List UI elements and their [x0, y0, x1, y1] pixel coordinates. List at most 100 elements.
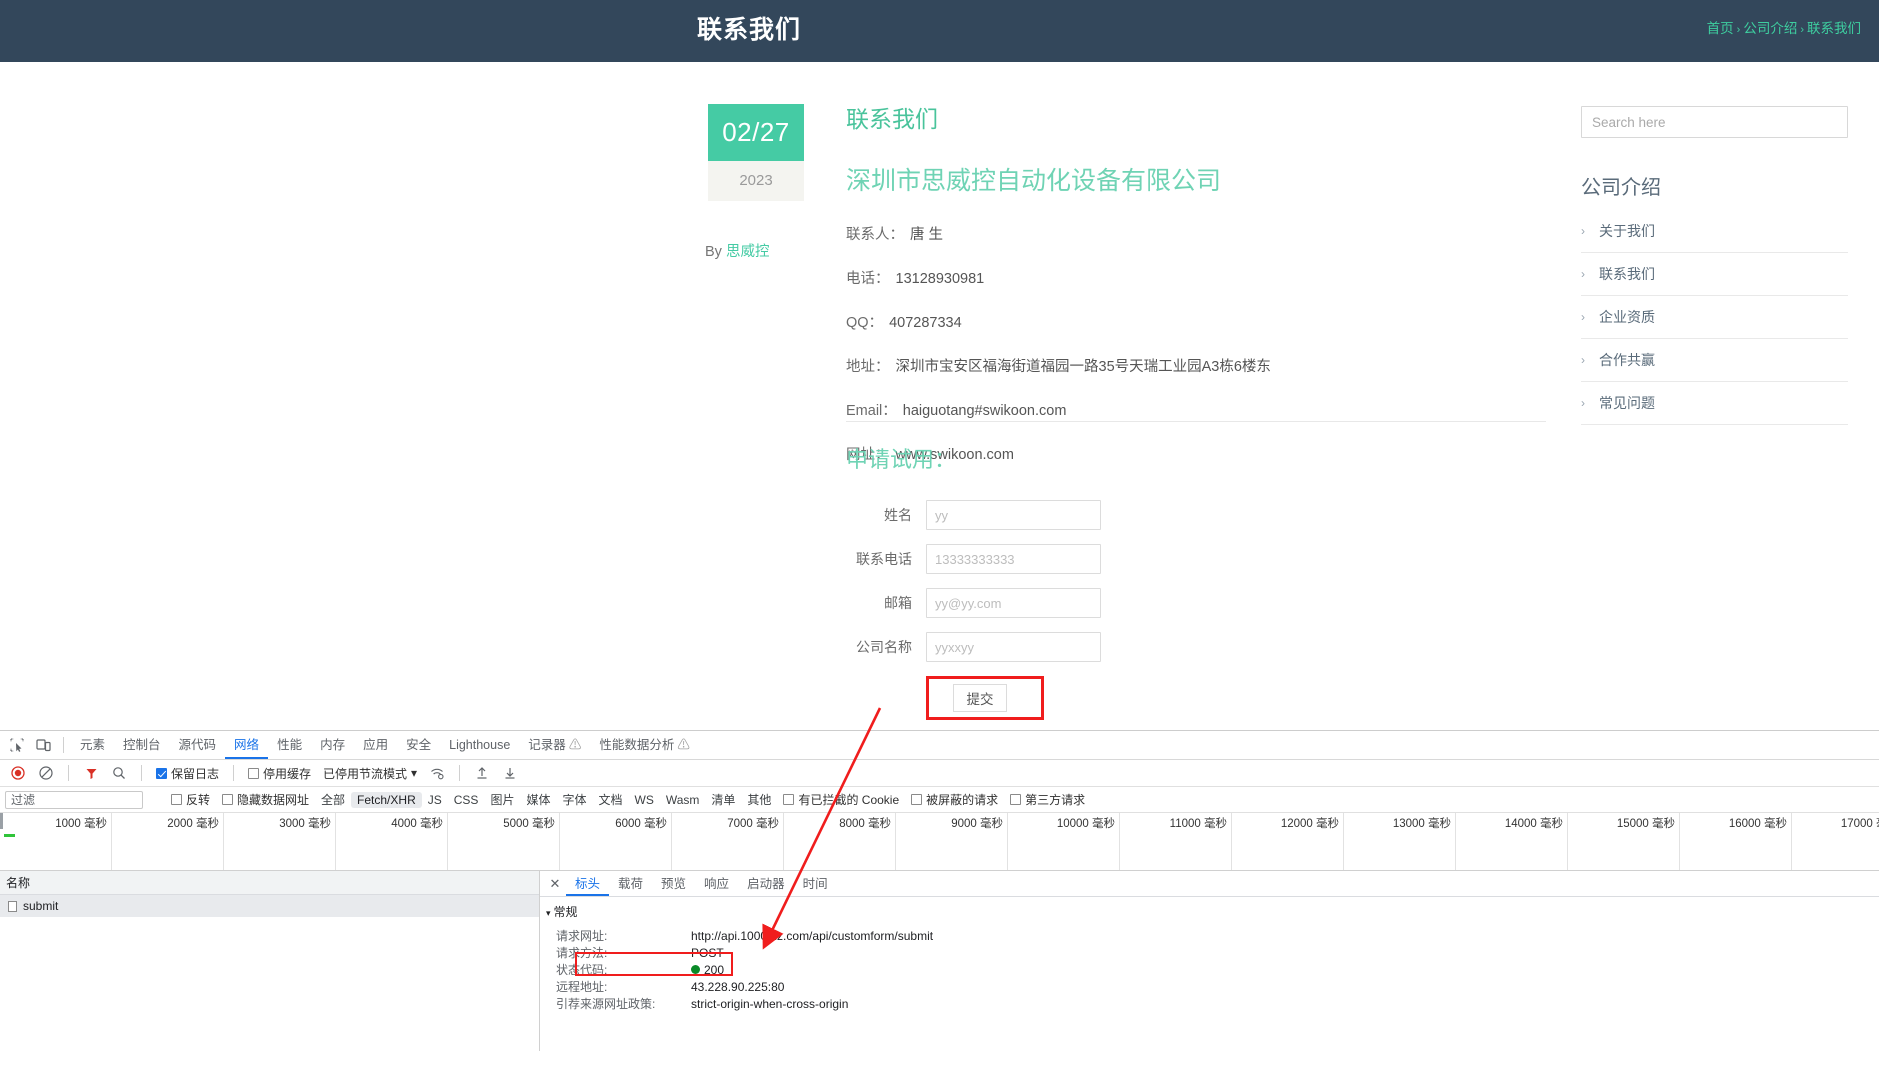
- submit-button[interactable]: 提交: [953, 684, 1007, 712]
- general-section-header[interactable]: ▾常规: [540, 903, 1879, 920]
- third-party-toggle[interactable]: 第三方请求: [1004, 791, 1091, 808]
- sidebar-item-faq[interactable]: › 常见问题: [1581, 382, 1848, 425]
- tab-recorder[interactable]: 记录器⚠: [519, 731, 590, 759]
- blocked-requests-toggle[interactable]: 被屏蔽的请求: [905, 791, 1004, 808]
- export-har-icon[interactable]: [497, 760, 523, 786]
- remote-address-key: 远程地址:: [556, 979, 691, 996]
- sidebar-item-label[interactable]: 企业资质: [1599, 307, 1655, 327]
- disable-cache-checkbox[interactable]: [248, 768, 259, 779]
- blocked-cookies-label: 有已拦截的 Cookie: [798, 791, 899, 808]
- sidebar-item-qualification[interactable]: › 企业资质: [1581, 296, 1848, 339]
- referrer-policy-key: 引荐来源网址政策:: [556, 996, 691, 1013]
- tab-network[interactable]: 网络: [225, 731, 268, 759]
- sidebar-item-label[interactable]: 关于我们: [1599, 221, 1655, 241]
- tab-console[interactable]: 控制台: [114, 731, 170, 759]
- detail-tab-initiator[interactable]: 启动器: [738, 871, 794, 896]
- clear-button-icon[interactable]: [33, 760, 59, 786]
- timeline-request-bar: [4, 834, 15, 837]
- preserve-log-checkbox[interactable]: [156, 768, 167, 779]
- inspect-element-icon[interactable]: [4, 732, 30, 758]
- close-icon[interactable]: ✕: [544, 876, 566, 892]
- breadcrumb-item-home[interactable]: 首页: [1707, 21, 1734, 36]
- phone-input[interactable]: [926, 544, 1101, 574]
- tab-performance[interactable]: 性能: [268, 731, 311, 759]
- sidebar-item-contact[interactable]: › 联系我们: [1581, 253, 1848, 296]
- sidebar-item-label[interactable]: 联系我们: [1599, 264, 1655, 284]
- timeline-tick: 12000 毫秒: [1232, 813, 1344, 871]
- detail-tab-preview[interactable]: 预览: [652, 871, 695, 896]
- name-input[interactable]: [926, 500, 1101, 530]
- import-har-icon[interactable]: [469, 760, 495, 786]
- hide-data-urls-toggle[interactable]: 隐藏数据网址: [216, 791, 315, 808]
- qq-line: QQ：407287334: [846, 311, 1546, 332]
- chevron-right-icon: ›: [1581, 267, 1585, 281]
- filter-type-css[interactable]: CSS: [448, 792, 485, 808]
- sidebar-item-cooperation[interactable]: › 合作共赢: [1581, 339, 1848, 382]
- filter-type-js[interactable]: JS: [422, 792, 448, 808]
- timeline-tick: 14000 毫秒: [1456, 813, 1568, 871]
- detail-tab-payload[interactable]: 载荷: [609, 871, 652, 896]
- table-row[interactable]: submit: [0, 895, 539, 917]
- tab-memory[interactable]: 内存: [311, 731, 354, 759]
- filter-type-all[interactable]: 全部: [315, 790, 351, 809]
- hide-data-urls-checkbox[interactable]: [222, 794, 233, 805]
- filter-type-other[interactable]: 其他: [741, 790, 777, 809]
- timeline-tick-label: 8000 毫秒: [839, 815, 891, 831]
- timeline-tick-label: 11000 毫秒: [1170, 815, 1227, 831]
- preserve-log-label: 保留日志: [171, 765, 219, 782]
- address-value: 深圳市宝安区福海街道福园一路35号天瑞工业园A3栋6楼东: [896, 359, 1271, 375]
- filter-type-font[interactable]: 字体: [556, 790, 592, 809]
- filter-type-img[interactable]: 图片: [484, 790, 520, 809]
- record-button-icon[interactable]: [5, 760, 31, 786]
- tab-security[interactable]: 安全: [397, 731, 440, 759]
- filter-type-wasm[interactable]: Wasm: [660, 792, 706, 808]
- request-url-value[interactable]: http://api.1000mz.com/api/customform/sub…: [691, 928, 933, 945]
- filter-input[interactable]: [5, 791, 143, 809]
- byline-author[interactable]: 思威控: [726, 244, 770, 260]
- timeline-tick: 16000 毫秒: [1680, 813, 1792, 871]
- filter-type-manifest[interactable]: 清单: [705, 790, 741, 809]
- timeline-tick: 13000 毫秒: [1344, 813, 1456, 871]
- preserve-log-toggle[interactable]: 保留日志: [151, 765, 224, 782]
- filter-type-doc[interactable]: 文档: [592, 790, 628, 809]
- network-overview-timeline[interactable]: 1000 毫秒 2000 毫秒 3000 毫秒 4000 毫秒 5000 毫秒 …: [0, 813, 1879, 871]
- sidebar-item-about[interactable]: › 关于我们: [1581, 210, 1848, 253]
- timeline-tick-label: 10000 毫秒: [1057, 815, 1115, 831]
- detail-tab-headers[interactable]: 标头: [566, 871, 609, 896]
- breadcrumb-item-contact[interactable]: 联系我们: [1807, 21, 1861, 36]
- blocked-cookies-checkbox[interactable]: [783, 794, 794, 805]
- filter-type-fetch-xhr[interactable]: Fetch/XHR: [351, 792, 422, 808]
- blocked-cookies-toggle[interactable]: 有已拦截的 Cookie: [777, 791, 905, 808]
- disable-cache-label: 停用缓存: [263, 765, 311, 782]
- tab-lighthouse[interactable]: Lighthouse: [440, 731, 519, 759]
- breadcrumb-item-company[interactable]: 公司介绍: [1743, 21, 1797, 36]
- company-input[interactable]: [926, 632, 1101, 662]
- filter-type-media[interactable]: 媒体: [520, 790, 556, 809]
- timeline-tick: 9000 毫秒: [896, 813, 1008, 871]
- invert-toggle[interactable]: 反转: [165, 791, 216, 808]
- detail-tab-response[interactable]: 响应: [695, 871, 738, 896]
- request-list-column-header[interactable]: 名称: [0, 871, 539, 895]
- throttling-select[interactable]: 已停用节流模式 ▾: [318, 765, 422, 782]
- byline-prefix: By: [705, 244, 722, 260]
- sidebar-item-label[interactable]: 合作共赢: [1599, 350, 1655, 370]
- device-toolbar-icon[interactable]: [30, 732, 56, 758]
- filter-type-ws[interactable]: WS: [629, 792, 660, 808]
- blocked-requests-checkbox[interactable]: [911, 794, 922, 805]
- disable-cache-toggle[interactable]: 停用缓存: [243, 765, 316, 782]
- third-party-checkbox[interactable]: [1010, 794, 1021, 805]
- tab-elements[interactable]: 元素: [71, 731, 114, 759]
- tab-sources[interactable]: 源代码: [170, 731, 226, 759]
- sidebar-item-label[interactable]: 常见问题: [1599, 393, 1655, 413]
- invert-checkbox[interactable]: [171, 794, 182, 805]
- filter-funnel-icon[interactable]: [78, 760, 104, 786]
- search-icon[interactable]: [106, 760, 132, 786]
- tab-performance-insights[interactable]: 性能数据分析⚠: [590, 731, 699, 759]
- email-input[interactable]: [926, 588, 1101, 618]
- tab-application[interactable]: 应用: [354, 731, 397, 759]
- warning-icon: ⚠: [677, 738, 690, 752]
- remote-address-value: 43.228.90.225:80: [691, 979, 784, 996]
- search-input[interactable]: [1581, 106, 1848, 138]
- detail-tab-timing[interactable]: 时间: [794, 871, 837, 896]
- network-conditions-icon[interactable]: [424, 760, 450, 786]
